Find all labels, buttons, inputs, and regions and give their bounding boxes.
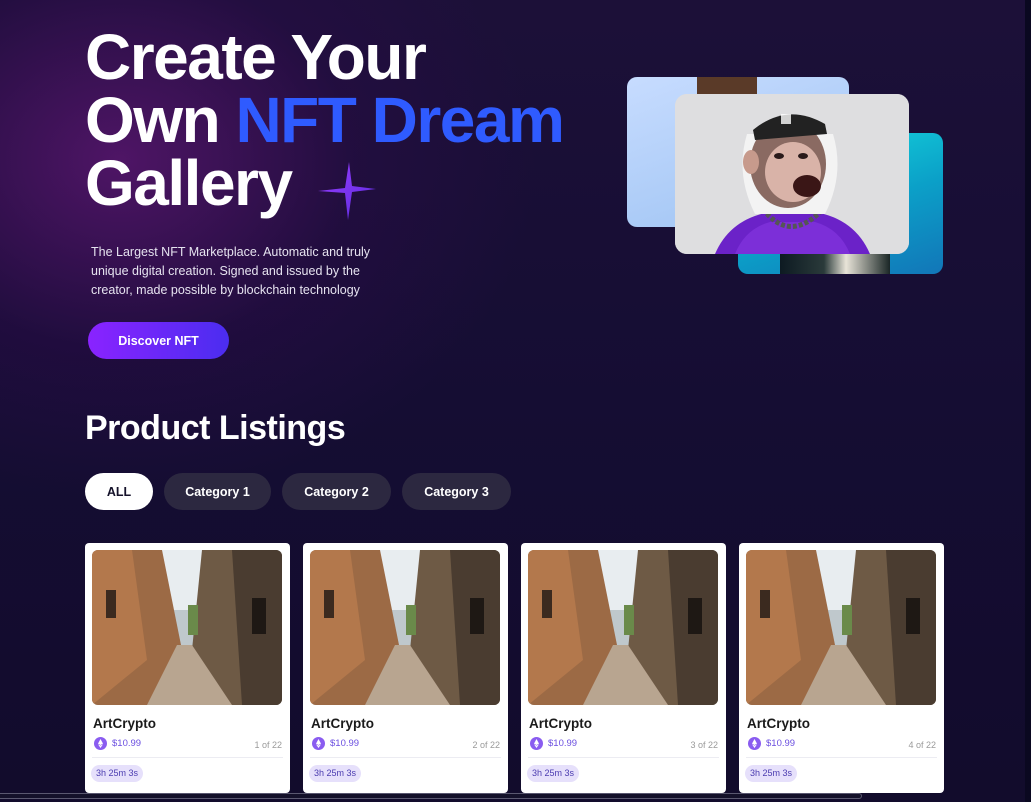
edition-count: 4 of 22 [908, 740, 936, 750]
filter-chip-category-3[interactable]: Category 3 [402, 473, 511, 510]
sparkle-icon [318, 162, 376, 220]
product-image [92, 550, 282, 705]
alley-photo [92, 550, 282, 705]
product-name: ArtCrypto [529, 716, 592, 731]
countdown-badge: 3h 25m 3s [527, 765, 580, 782]
alley-photo [746, 550, 936, 705]
ethereum-icon [312, 737, 325, 750]
ethereum-icon [530, 737, 543, 750]
product-card[interactable]: ArtCrypto $10.99 4 of 22 3h 25m 3s [739, 543, 944, 793]
card-divider [310, 757, 501, 758]
card-divider [746, 757, 937, 758]
card-divider [92, 757, 283, 758]
alley-photo [310, 550, 500, 705]
product-image [746, 550, 936, 705]
ethereum-icon [94, 737, 107, 750]
filter-chip-category-2[interactable]: Category 2 [282, 473, 391, 510]
card-divider [528, 757, 719, 758]
alley-photo [528, 550, 718, 705]
countdown-badge: 3h 25m 3s [745, 765, 798, 782]
edition-count: 3 of 22 [690, 740, 718, 750]
product-image [310, 550, 500, 705]
filter-chip-category-1[interactable]: Category 1 [164, 473, 271, 510]
product-price: $10.99 [766, 738, 796, 749]
artwork-card-back-detail [697, 77, 757, 95]
countdown-badge: 3h 25m 3s [309, 765, 362, 782]
hero-description: The Largest NFT Marketplace. Automatic a… [91, 245, 371, 297]
ethereum-icon [748, 737, 761, 750]
product-name: ArtCrypto [311, 716, 374, 731]
countdown-badge: 3h 25m 3s [91, 765, 144, 782]
hero-title-line1: Create Your [85, 21, 427, 93]
ape-nft-artwork [675, 94, 909, 254]
product-name: ArtCrypto [747, 716, 810, 731]
product-price: $10.99 [330, 738, 360, 749]
hero-title-accent: NFT Dream [235, 84, 564, 156]
product-price: $10.99 [548, 738, 578, 749]
horizontal-scrollbar[interactable] [0, 793, 862, 799]
product-card[interactable]: ArtCrypto $10.99 3 of 22 3h 25m 3s [521, 543, 726, 793]
product-name: ArtCrypto [93, 716, 156, 731]
window-edge [1025, 0, 1031, 802]
product-card[interactable]: ArtCrypto $10.99 2 of 22 3h 25m 3s [303, 543, 508, 793]
edition-count: 2 of 22 [472, 740, 500, 750]
filter-chip-all[interactable]: ALL [85, 473, 153, 510]
ape-illustration [675, 94, 909, 254]
product-price: $10.99 [112, 738, 142, 749]
product-image [528, 550, 718, 705]
hero-title-line2a: Own [85, 84, 236, 156]
hero-title-line3: Gallery [85, 147, 293, 219]
edition-count: 1 of 22 [254, 740, 282, 750]
product-card[interactable]: ArtCrypto $10.99 1 of 22 3h 25m 3s [85, 543, 290, 793]
product-listings-title: Product Listings [85, 409, 346, 447]
discover-nft-button[interactable]: Discover NFT [88, 322, 229, 359]
